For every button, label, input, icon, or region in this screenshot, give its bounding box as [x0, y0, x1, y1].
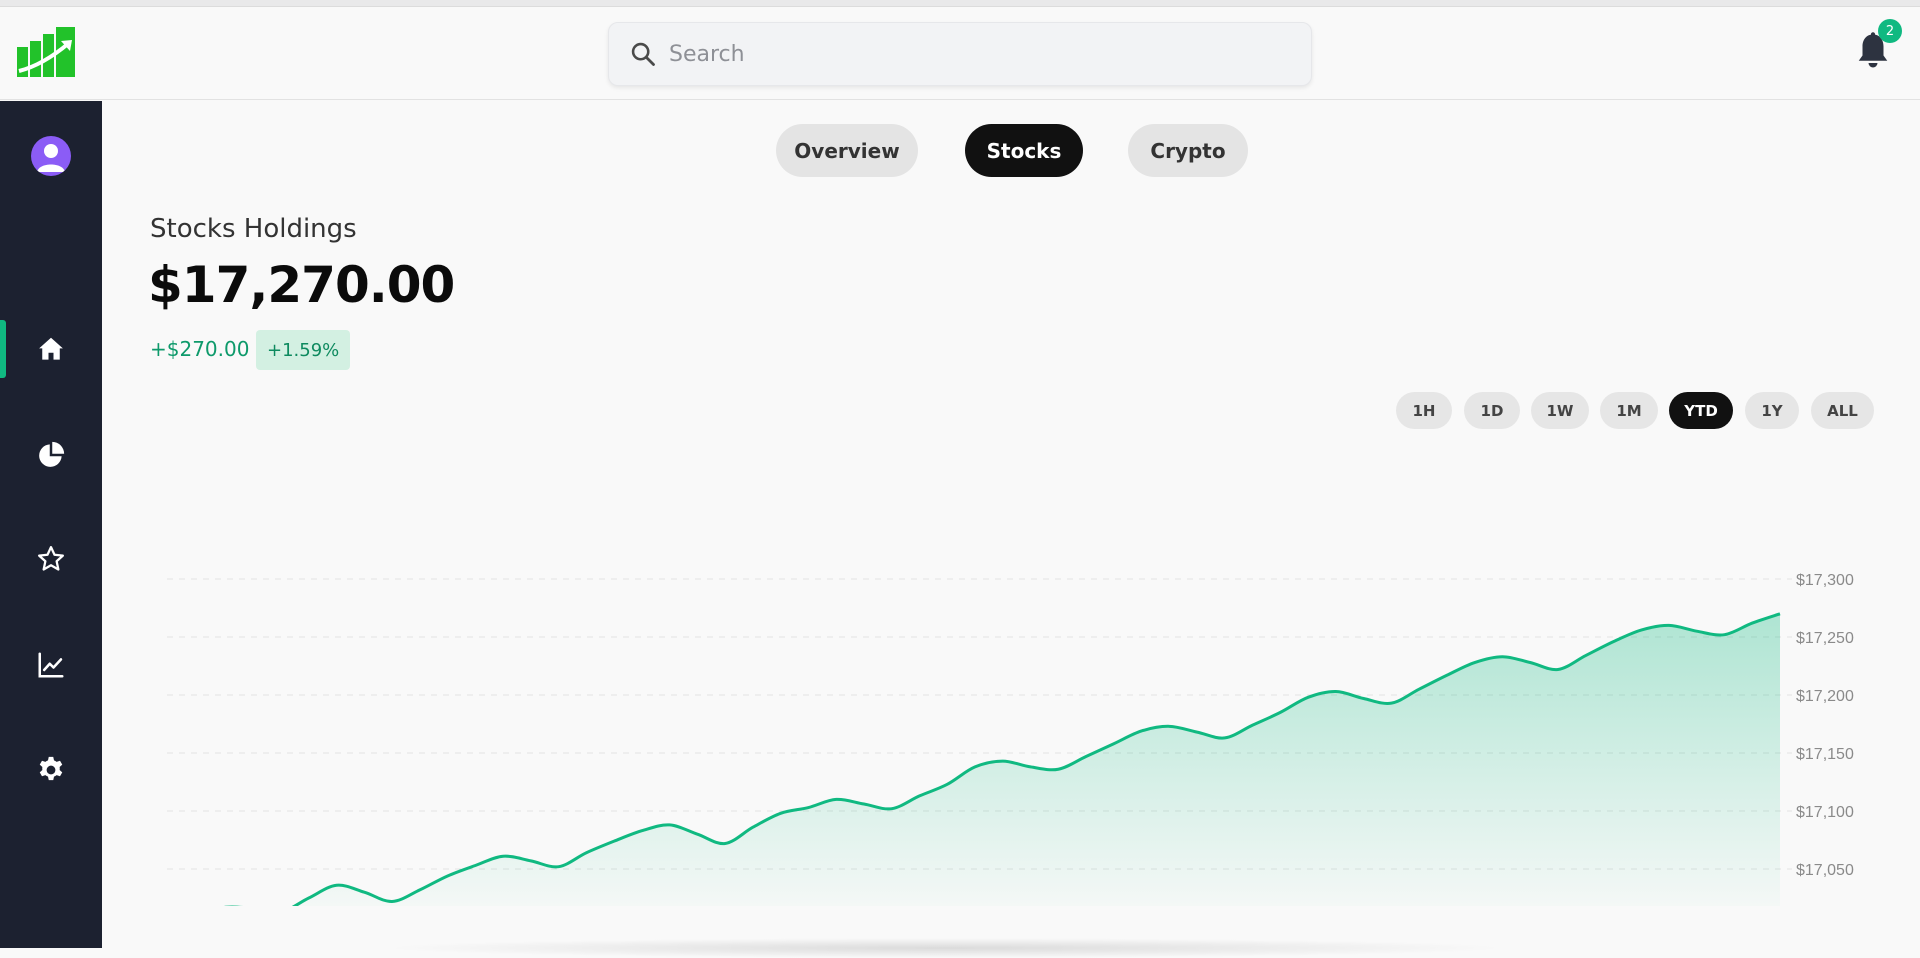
y-tick-label: $17,150	[1796, 746, 1854, 763]
line-chart-icon	[38, 652, 64, 678]
range-button-1m[interactable]: 1M	[1600, 392, 1658, 429]
holdings-change-percent-badge: +1.59%	[256, 330, 351, 370]
holdings-title: Stocks Holdings	[150, 214, 357, 244]
main-content: Overview Stocks Crypto Stocks Holdings $…	[102, 101, 1920, 948]
search-input[interactable]	[669, 41, 1269, 67]
search-bar[interactable]	[608, 22, 1312, 86]
notification-count-badge: 2	[1878, 19, 1902, 43]
sidebar-item-settings[interactable]	[0, 740, 102, 800]
holdings-value: $17,270.00	[148, 256, 455, 314]
range-button-1d[interactable]: 1D	[1464, 392, 1520, 429]
sidebar-item-portfolio[interactable]	[0, 425, 102, 485]
range-button-1w[interactable]: 1W	[1531, 392, 1589, 429]
pie-chart-icon	[39, 441, 65, 467]
chart-area-fill	[294, 613, 1780, 906]
top-bar: 2	[0, 7, 1920, 100]
y-tick-label: $17,200	[1796, 688, 1854, 705]
tab-overview[interactable]: Overview	[776, 124, 918, 177]
holdings-chart[interactable]: $17,300 $17,250 $17,200 $17,150 $17,100 $17,0…	[102, 446, 1920, 906]
range-button-1y[interactable]: 1Y	[1745, 392, 1799, 429]
window-top-edge	[0, 0, 1920, 7]
sidebar-item-analytics[interactable]	[0, 635, 102, 695]
range-button-ytd[interactable]: YTD	[1669, 392, 1733, 429]
user-icon	[37, 144, 65, 172]
logo-icon	[17, 27, 75, 77]
sidebar-item-watchlist[interactable]	[0, 529, 102, 589]
y-tick-label: $17,300	[1796, 572, 1854, 589]
sidebar	[0, 101, 102, 948]
y-tick-label: $17,050	[1796, 862, 1854, 879]
y-tick-label: $17,250	[1796, 630, 1854, 647]
star-icon	[38, 546, 64, 571]
bottom-shadow	[380, 938, 1510, 958]
home-icon	[39, 337, 63, 360]
range-button-all[interactable]: ALL	[1811, 392, 1874, 429]
range-button-1h[interactable]: 1H	[1396, 392, 1452, 429]
y-tick-label: $17,100	[1796, 804, 1854, 821]
sidebar-item-home[interactable]	[0, 319, 102, 379]
avatar[interactable]	[31, 136, 71, 176]
tab-stocks[interactable]: Stocks	[965, 124, 1083, 177]
search-icon	[631, 42, 655, 66]
gear-icon	[39, 756, 63, 781]
holdings-change-amount: +$270.00	[150, 337, 250, 361]
tab-crypto[interactable]: Crypto	[1128, 124, 1248, 177]
